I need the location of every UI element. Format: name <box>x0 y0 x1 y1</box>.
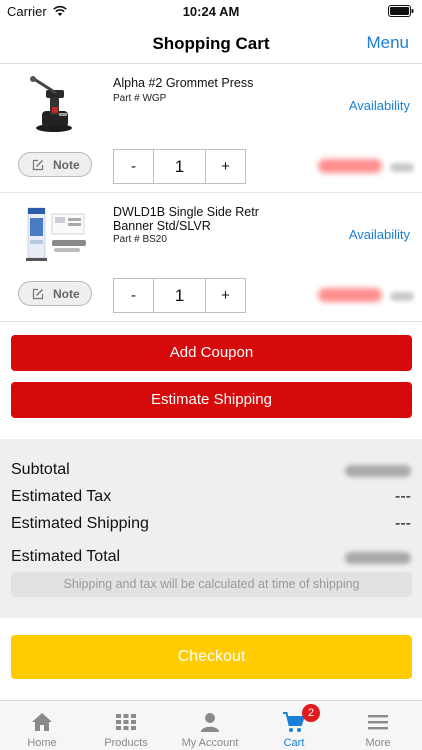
tab-cart[interactable]: 2 Cart <box>252 701 336 750</box>
estimated-total-label: Estimated Total <box>11 548 121 565</box>
product-part-number: Part # WGP <box>113 93 167 104</box>
estimated-shipping-value: --- <box>395 515 411 532</box>
price-unit-blur <box>390 292 414 301</box>
tab-label: My Account <box>181 737 239 749</box>
tab-home[interactable]: Home <box>0 701 84 750</box>
navigation-bar: Shopping Cart Menu <box>0 24 422 64</box>
price-blur <box>318 288 382 302</box>
estimate-shipping-button[interactable]: Estimate Shipping <box>11 382 412 418</box>
shipping-tax-note: Shipping and tax will be calculated at t… <box>11 572 412 597</box>
availability-link[interactable]: Availability <box>349 98 410 113</box>
estimated-shipping-label: Estimated Shipping <box>11 515 149 532</box>
price-unit-blur <box>390 163 414 172</box>
tab-label: Home <box>27 737 57 749</box>
status-time: 10:24 AM <box>182 4 240 19</box>
status-bar: Carrier 10:24 AM <box>0 0 422 24</box>
menu-icon <box>368 715 388 730</box>
add-coupon-button[interactable]: Add Coupon <box>11 335 412 371</box>
person-icon <box>201 713 219 732</box>
note-label: Note <box>53 158 80 172</box>
estimated-tax-value: --- <box>395 488 411 505</box>
tab-bar: Home Products My Account 2 Cart More <box>0 700 422 750</box>
tab-label: Products <box>104 737 148 749</box>
quantity-stepper: - 1 + <box>113 149 246 184</box>
cart-count-badge: 2 <box>302 704 320 722</box>
battery-icon <box>388 5 414 17</box>
increase-quantity-button[interactable]: + <box>205 150 245 183</box>
menu-button[interactable]: Menu <box>366 33 409 53</box>
note-label: Note <box>53 287 80 301</box>
price-redacted <box>318 284 414 306</box>
tab-label: Cart <box>283 737 305 749</box>
estimated-tax-label: Estimated Tax <box>11 488 112 505</box>
tab-my-account[interactable]: My Account <box>168 701 252 750</box>
price-redacted <box>318 155 414 177</box>
tab-products[interactable]: Products <box>84 701 168 750</box>
page-title: Shopping Cart <box>152 34 270 53</box>
product-image-banner-stand <box>26 207 86 261</box>
quantity-value[interactable]: 1 <box>154 279 205 312</box>
note-button[interactable]: Note <box>18 152 92 177</box>
decrease-quantity-button[interactable]: - <box>114 150 154 183</box>
edit-note-icon <box>32 288 44 300</box>
subtotal-value-redacted <box>345 465 411 477</box>
availability-link[interactable]: Availability <box>349 227 410 242</box>
product-name: Alpha #2 Grommet Press <box>113 76 254 90</box>
grid-icon <box>116 714 136 730</box>
increase-quantity-button[interactable]: + <box>205 279 245 312</box>
tab-more[interactable]: More <box>336 701 420 750</box>
order-summary: Subtotal Estimated Tax --- Estimated Shi… <box>0 439 422 618</box>
cart-item: DWLD1B Single Side Retr Banner Std/SLVR … <box>0 194 422 322</box>
note-button[interactable]: Note <box>18 281 92 306</box>
product-name: DWLD1B Single Side Retr Banner Std/SLVR <box>113 205 259 233</box>
price-blur <box>318 159 382 173</box>
quantity-stepper: - 1 + <box>113 278 246 313</box>
product-part-number: Part # BS20 <box>113 234 167 245</box>
decrease-quantity-button[interactable]: - <box>114 279 154 312</box>
home-icon <box>32 713 52 731</box>
estimated-total-value-redacted <box>345 552 411 564</box>
product-image-grommet-press <box>30 76 72 132</box>
quantity-value[interactable]: 1 <box>154 150 205 183</box>
edit-note-icon <box>32 159 44 171</box>
tab-label: More <box>365 737 391 749</box>
checkout-button[interactable]: Checkout <box>11 635 412 679</box>
subtotal-label: Subtotal <box>11 461 70 478</box>
cart-item: Alpha #2 Grommet Press Part # WGP Availa… <box>0 65 422 193</box>
